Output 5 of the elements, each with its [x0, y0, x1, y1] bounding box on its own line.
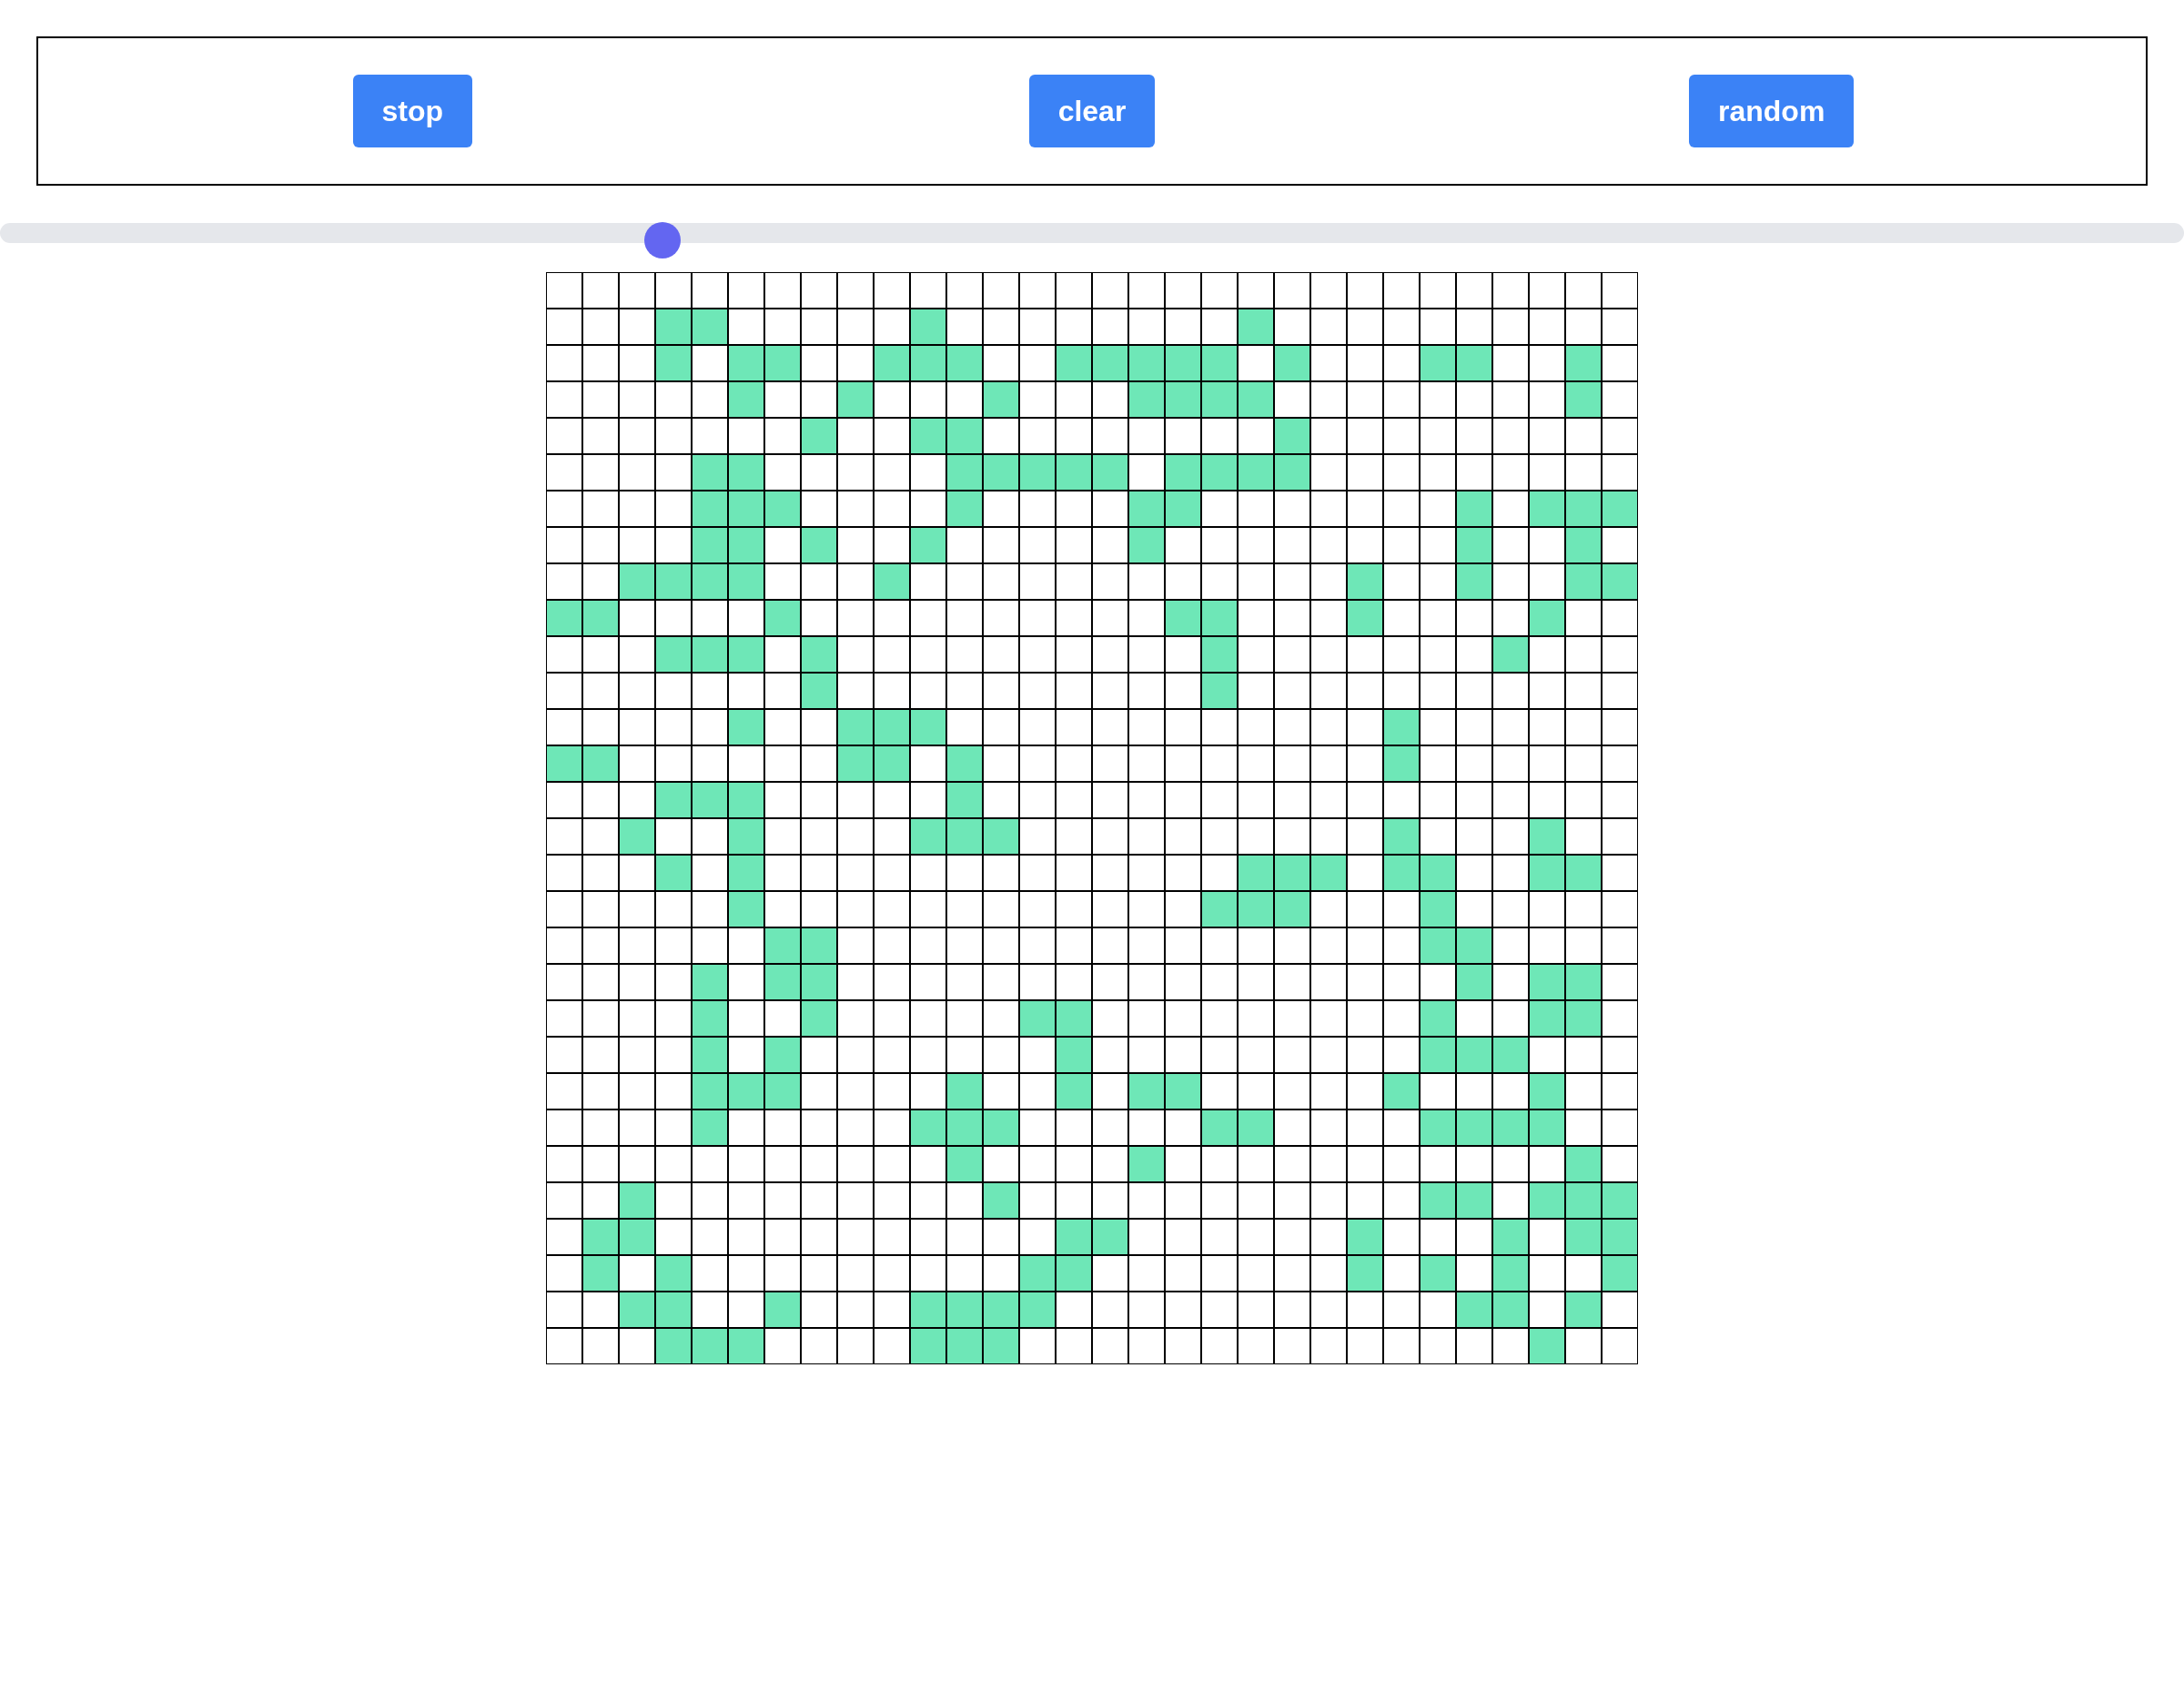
clear-button[interactable]: clear: [1028, 75, 1156, 147]
stop-button[interactable]: stop: [352, 75, 473, 147]
slider-thumb[interactable]: [644, 222, 681, 258]
slider-track[interactable]: [0, 222, 2184, 258]
random-button[interactable]: random: [1689, 75, 1855, 147]
